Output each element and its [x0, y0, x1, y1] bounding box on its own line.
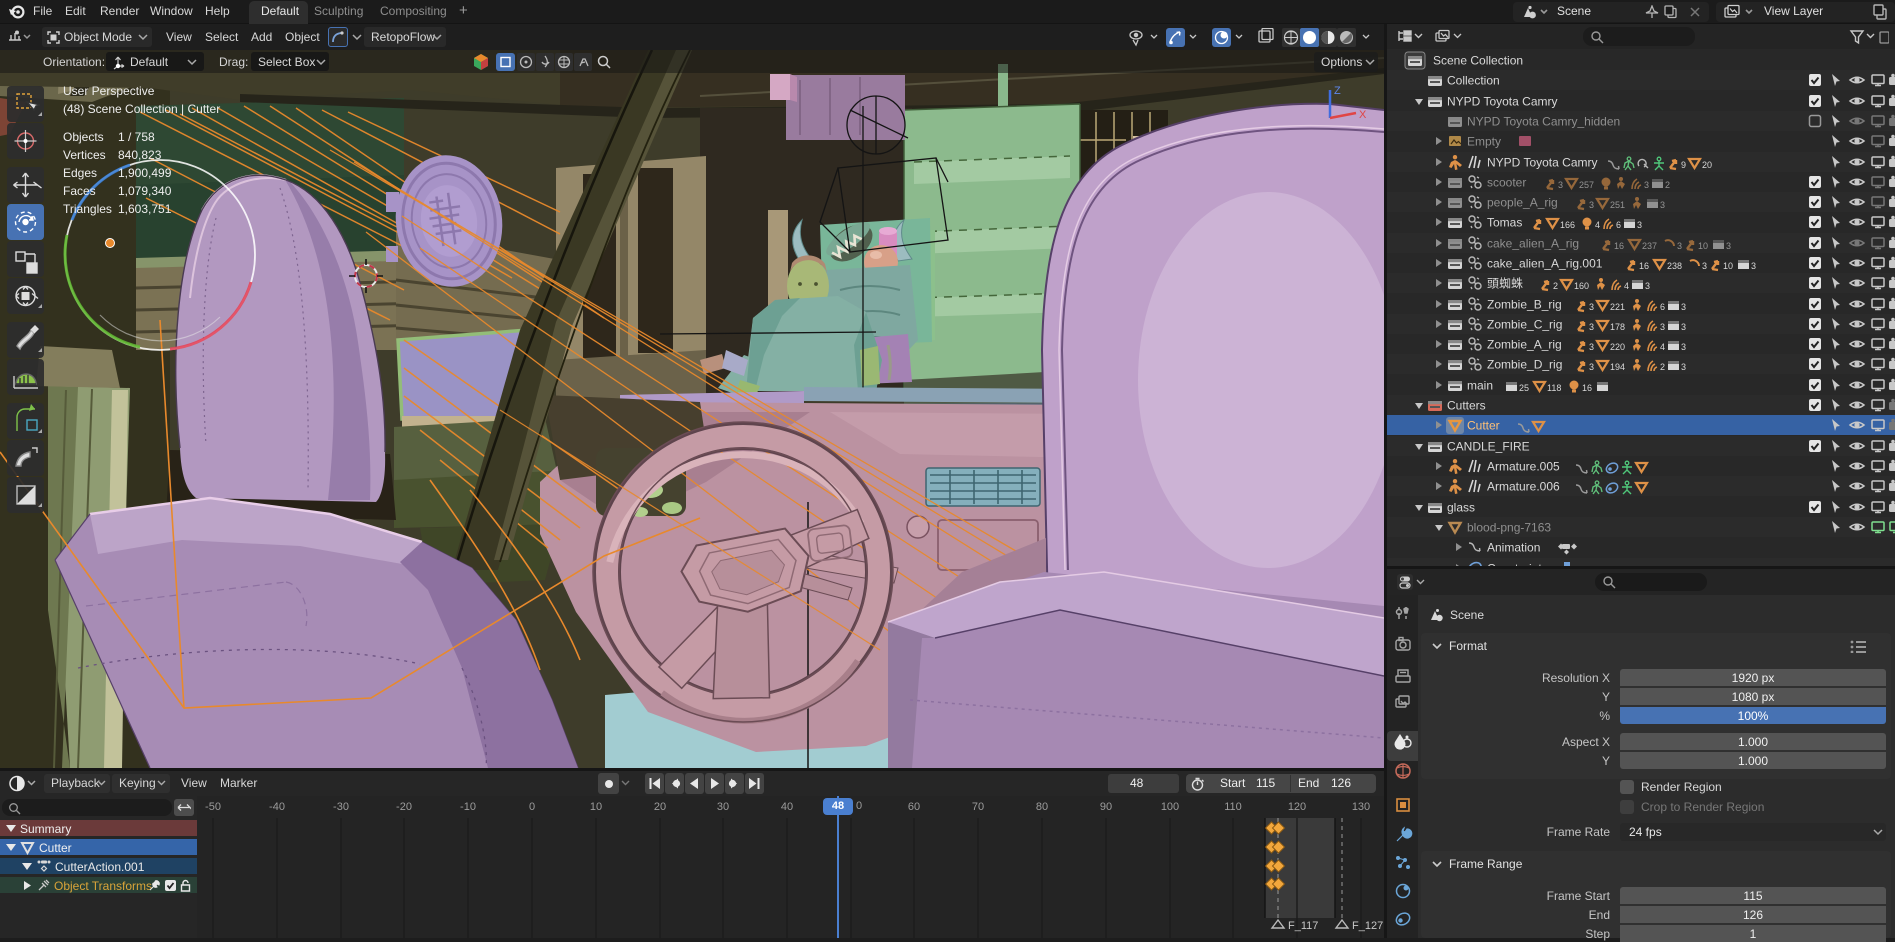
- svg-text:scooter: scooter: [1487, 176, 1526, 190]
- svg-text:main: main: [1467, 379, 1493, 393]
- svg-text:頭蜘蛛: 頭蜘蛛: [1487, 276, 1523, 291]
- svg-text:3: 3: [1726, 241, 1731, 251]
- svg-text:4: 4: [1595, 220, 1600, 230]
- svg-text:people_A_rig: people_A_rig: [1487, 196, 1558, 210]
- svg-text:Zombie_D_rig: Zombie_D_rig: [1487, 358, 1562, 372]
- svg-text:40: 40: [781, 801, 793, 813]
- svg-text:20: 20: [1702, 160, 1712, 170]
- svg-text:Empty: Empty: [1467, 135, 1501, 149]
- svg-text:Tomas: Tomas: [1487, 216, 1522, 230]
- svg-text:3: 3: [1702, 261, 1707, 271]
- svg-text:194: 194: [1610, 362, 1625, 372]
- svg-text:NYPD Toyota Camry_hidden: NYPD Toyota Camry_hidden: [1467, 115, 1620, 129]
- svg-text:70: 70: [972, 801, 984, 813]
- svg-text:237: 237: [1642, 241, 1657, 251]
- svg-text:3: 3: [1558, 180, 1563, 190]
- svg-text:Cutters: Cutters: [1447, 399, 1486, 413]
- svg-text:90: 90: [1100, 801, 1112, 813]
- svg-text:Animation: Animation: [1487, 541, 1540, 555]
- svg-text:F_117: F_117: [1288, 920, 1318, 932]
- svg-text:118: 118: [1547, 383, 1561, 393]
- svg-text:100: 100: [1161, 801, 1179, 813]
- svg-text:6: 6: [1660, 302, 1665, 312]
- svg-text:NYPD Toyota Camry: NYPD Toyota Camry: [1487, 156, 1597, 170]
- svg-text:3: 3: [1681, 302, 1686, 312]
- svg-text:238: 238: [1667, 261, 1682, 271]
- svg-text:16: 16: [1582, 383, 1592, 393]
- svg-text:-40: -40: [269, 801, 285, 813]
- svg-text:9: 9: [1681, 160, 1686, 170]
- svg-text:cake_alien_A_rig.001: cake_alien_A_rig.001: [1487, 257, 1603, 271]
- svg-text:10: 10: [590, 801, 602, 813]
- svg-text:blood-png-7163: blood-png-7163: [1467, 521, 1551, 535]
- svg-text:F_127: F_127: [1352, 920, 1383, 932]
- svg-text:glass: glass: [1447, 501, 1475, 515]
- svg-text:80: 80: [1036, 801, 1048, 813]
- svg-text:3: 3: [1589, 362, 1594, 372]
- svg-text:16: 16: [1639, 261, 1649, 271]
- svg-text:Collection: Collection: [1447, 74, 1500, 88]
- svg-text:Armature.005: Armature.005: [1487, 460, 1560, 474]
- svg-text:60: 60: [908, 801, 920, 813]
- svg-text:X: X: [1359, 109, 1367, 121]
- svg-text:-30: -30: [333, 801, 349, 813]
- svg-text:0: 0: [529, 801, 535, 813]
- svg-text:120: 120: [1288, 801, 1306, 813]
- svg-text:3: 3: [1660, 200, 1665, 210]
- svg-text:Zombie_B_rig: Zombie_B_rig: [1487, 298, 1562, 312]
- svg-text:CANDLE_FIRE: CANDLE_FIRE: [1447, 440, 1530, 454]
- svg-text:Z: Z: [1334, 85, 1341, 97]
- svg-text:221: 221: [1610, 302, 1625, 312]
- svg-text:Armature.006: Armature.006: [1487, 480, 1560, 494]
- svg-text:-10: -10: [460, 801, 476, 813]
- svg-text:Zombie_C_rig: Zombie_C_rig: [1487, 318, 1562, 332]
- svg-text:130: 130: [1352, 801, 1370, 813]
- svg-text:4: 4: [1660, 342, 1665, 352]
- svg-text:2: 2: [1660, 362, 1665, 372]
- svg-text:3: 3: [1681, 342, 1686, 352]
- svg-text:3: 3: [1589, 342, 1594, 352]
- svg-text:30: 30: [717, 801, 729, 813]
- svg-text:3: 3: [1589, 322, 1594, 332]
- svg-text:3: 3: [1681, 362, 1686, 372]
- svg-text:220: 220: [1610, 342, 1625, 352]
- svg-text:257: 257: [1579, 180, 1594, 190]
- svg-text:NYPD Toyota Camry: NYPD Toyota Camry: [1447, 95, 1557, 109]
- svg-text:10: 10: [1698, 241, 1708, 251]
- svg-text:6: 6: [1616, 220, 1621, 230]
- svg-text:4: 4: [1624, 281, 1629, 291]
- svg-text:2: 2: [1665, 180, 1670, 190]
- svg-text:Scene Collection: Scene Collection: [1433, 54, 1523, 68]
- svg-text:3: 3: [1645, 281, 1650, 291]
- svg-text:3: 3: [1677, 241, 1682, 251]
- svg-text:-20: -20: [396, 801, 412, 813]
- svg-text:Cutter: Cutter: [1467, 419, 1500, 433]
- svg-text:10: 10: [1723, 261, 1733, 271]
- svg-text:3: 3: [1681, 322, 1686, 332]
- svg-text:3: 3: [1644, 180, 1649, 190]
- svg-text:3: 3: [1660, 322, 1665, 332]
- svg-text:2: 2: [1553, 281, 1558, 291]
- svg-text:25: 25: [1519, 383, 1529, 393]
- svg-text:3: 3: [1751, 261, 1756, 271]
- svg-text:3: 3: [1637, 220, 1642, 230]
- svg-text:166: 166: [1560, 220, 1575, 230]
- svg-text:Zombie_A_rig: Zombie_A_rig: [1487, 338, 1562, 352]
- svg-text:3: 3: [1589, 302, 1594, 312]
- svg-text:16: 16: [1614, 241, 1624, 251]
- svg-text:251: 251: [1610, 200, 1625, 210]
- svg-text:178: 178: [1610, 322, 1625, 332]
- svg-text:-50: -50: [205, 801, 221, 813]
- svg-text:cake_alien_A_rig: cake_alien_A_rig: [1487, 237, 1579, 251]
- svg-text:160: 160: [1574, 281, 1589, 291]
- svg-text:20: 20: [654, 801, 666, 813]
- svg-text:3: 3: [1589, 200, 1594, 210]
- svg-text:110: 110: [1224, 801, 1242, 813]
